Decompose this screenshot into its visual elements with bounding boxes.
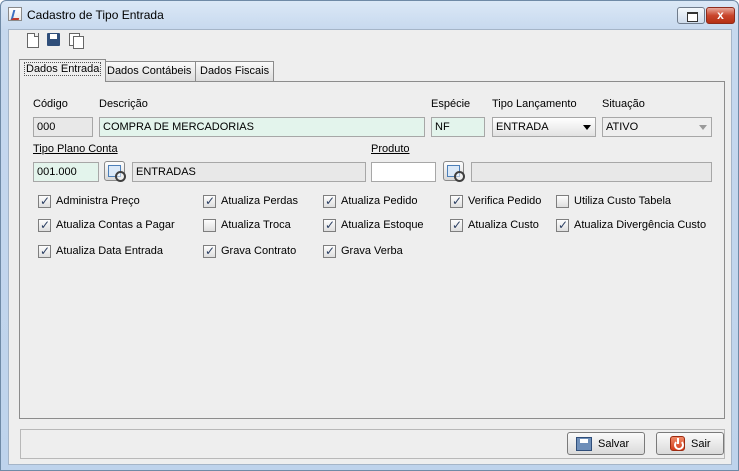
checkbox-label: Atualiza Pedido: [341, 195, 418, 207]
codigo-field[interactable]: 000: [33, 117, 93, 137]
restore-button[interactable]: [677, 7, 705, 24]
checkbox-label: Atualiza Contas a Pagar: [56, 219, 175, 231]
tipo-lancamento-label: Tipo Lançamento: [492, 98, 577, 110]
checkbox-label: Atualiza Estoque: [341, 219, 424, 231]
checkbox-label: Grava Verba: [341, 245, 403, 257]
tab-dados-contabeis[interactable]: Dados Contábeis: [102, 61, 197, 81]
client-area: Dados Entrada Dados Contábeis Dados Fisc…: [8, 29, 732, 465]
checkbox-checked-icon[interactable]: [323, 244, 336, 258]
checkbox-checked-icon[interactable]: [38, 194, 51, 208]
checkbox-checked-icon[interactable]: [203, 194, 216, 208]
save-icon: [576, 437, 592, 451]
chevron-down-icon: [699, 125, 707, 130]
descricao-field[interactable]: COMPRA DE MERCADORIAS: [99, 117, 425, 137]
situacao-value: ATIVO: [606, 121, 639, 133]
close-button[interactable]: x: [706, 7, 735, 24]
tipo-lancamento-value: ENTRADA: [496, 121, 549, 133]
tipo-lancamento-select[interactable]: ENTRADA: [492, 117, 596, 137]
checkbox-label: Grava Contrato: [221, 245, 297, 257]
checkbox-checked-icon[interactable]: [323, 218, 336, 232]
produto-description: [471, 162, 712, 182]
close-icon: x: [717, 8, 724, 22]
checkbox-checked-icon[interactable]: [450, 218, 463, 232]
checkbox-label: Atualiza Divergência Custo: [574, 219, 707, 231]
especie-field[interactable]: NF: [431, 117, 485, 137]
checkbox-checked-icon[interactable]: [203, 244, 216, 258]
copy-icon[interactable]: [68, 32, 84, 49]
produto-lookup-icon[interactable]: [443, 161, 465, 182]
checkbox-unchecked-icon[interactable]: [203, 219, 216, 232]
checkbox-checked-icon[interactable]: [38, 218, 51, 232]
codigo-label: Código: [33, 98, 68, 110]
checkbox-label: Verifica Pedido: [468, 195, 542, 207]
checkbox-checked-icon[interactable]: [323, 194, 336, 208]
tab-dados-entrada[interactable]: Dados Entrada: [19, 59, 107, 82]
checkbox-label: Utiliza Custo Tabela: [574, 195, 672, 207]
save-icon[interactable]: [46, 32, 62, 48]
produto-code-field[interactable]: [371, 162, 436, 182]
checkbox-label: Administra Preço: [56, 195, 140, 207]
checkbox-checked-icon[interactable]: [38, 244, 51, 258]
especie-label: Espécie: [431, 98, 471, 110]
save-button[interactable]: Salvar: [567, 432, 645, 455]
tab-label: Dados Fiscais: [200, 65, 270, 77]
tipo-plano-conta-code-field[interactable]: 001.000: [33, 162, 99, 182]
checkbox-checked-icon[interactable]: [450, 194, 463, 208]
checkbox-label: Atualiza Data Entrada: [56, 245, 164, 257]
window-title: Cadastro de Tipo Entrada: [27, 8, 164, 22]
tipo-plano-conta-label: Tipo Plano Conta: [33, 143, 118, 155]
situacao-label: Situação: [602, 98, 645, 110]
tipo-plano-conta-lookup-icon[interactable]: [104, 161, 126, 182]
produto-label: Produto: [371, 143, 410, 155]
checkbox-checked-icon[interactable]: [556, 218, 569, 232]
descricao-label: Descrição: [99, 98, 148, 110]
app-icon: [8, 7, 22, 21]
tab-dados-fiscais[interactable]: Dados Fiscais: [195, 61, 275, 81]
new-document-icon[interactable]: [25, 32, 41, 48]
exit-button[interactable]: Sair: [656, 432, 724, 455]
tab-label: Dados Entrada: [24, 62, 102, 76]
power-icon: [670, 436, 685, 451]
checkbox-label: Atualiza Troca: [221, 219, 291, 231]
exit-button-label: Sair: [691, 438, 711, 450]
checkbox-label: Atualiza Custo: [468, 219, 539, 231]
chevron-down-icon: [583, 125, 591, 130]
situacao-select[interactable]: ATIVO: [602, 117, 712, 137]
tab-label: Dados Contábeis: [107, 65, 192, 77]
tipo-plano-conta-description: ENTRADAS: [132, 162, 366, 182]
checkbox-unchecked-icon[interactable]: [556, 195, 569, 208]
save-button-label: Salvar: [598, 438, 630, 450]
checkbox-label: Atualiza Perdas: [221, 195, 299, 207]
window: Cadastro de Tipo Entrada x Dados Entrada…: [0, 0, 739, 471]
title-bar[interactable]: Cadastro de Tipo Entrada x: [1, 1, 738, 29]
